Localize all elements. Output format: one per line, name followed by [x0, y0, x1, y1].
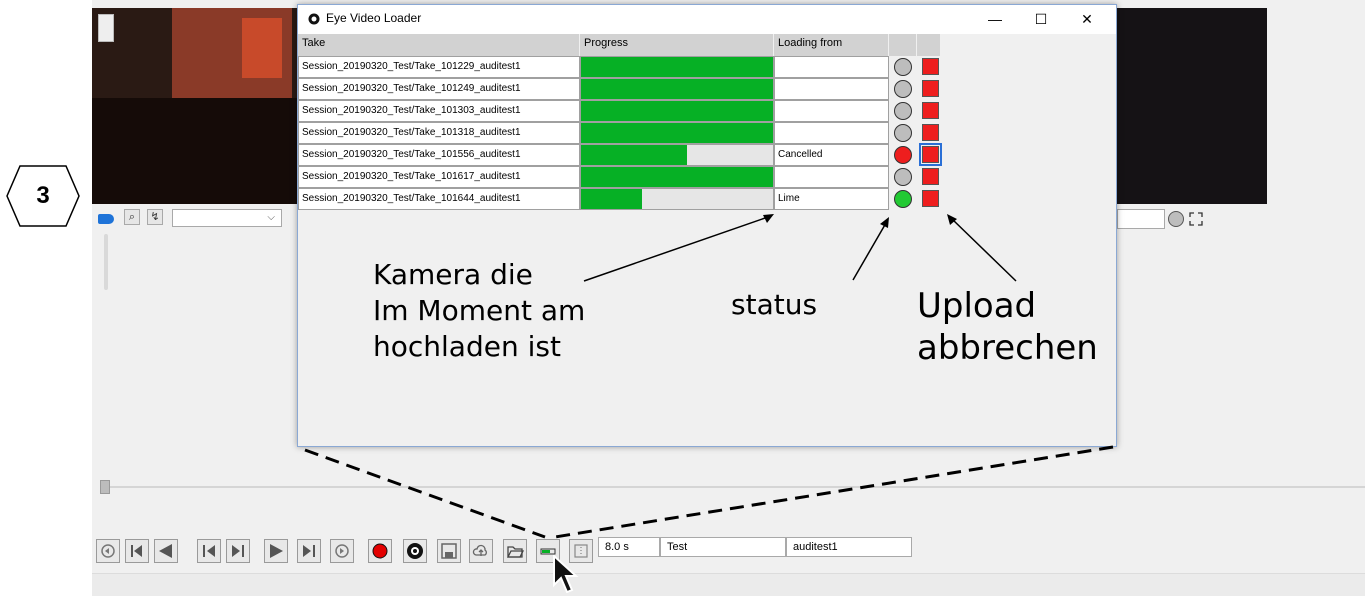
mouse-cursor-icon	[553, 555, 579, 594]
callout-overlay	[304, 445, 1114, 539]
